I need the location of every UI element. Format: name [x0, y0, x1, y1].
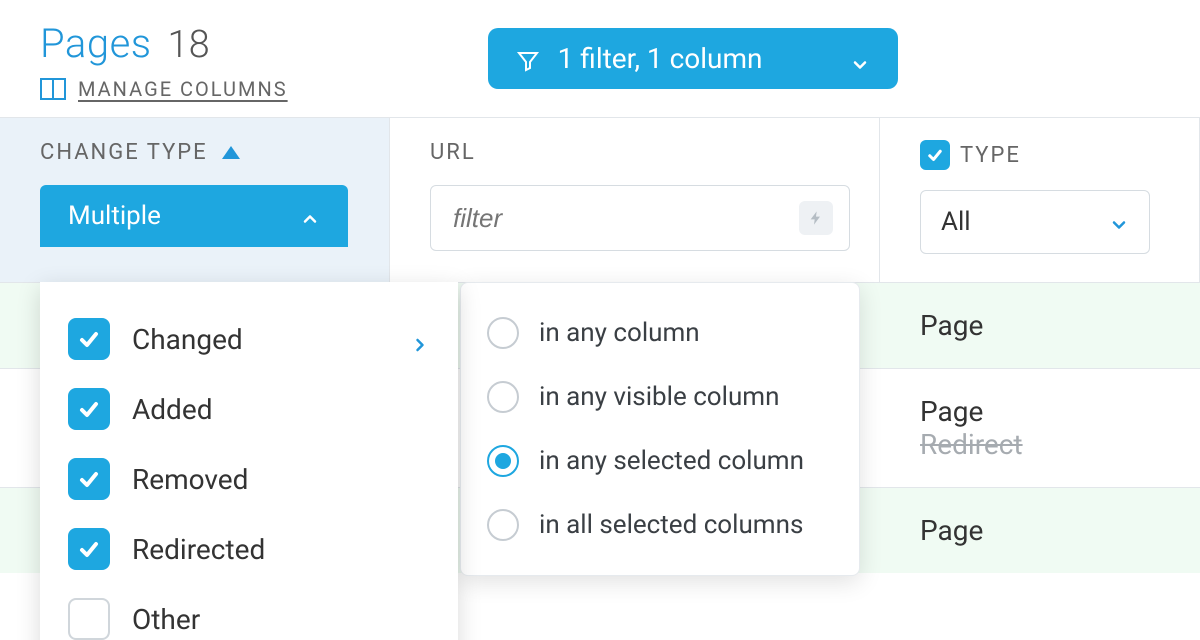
- type-header[interactable]: TYPE: [920, 140, 1171, 170]
- manage-columns-row[interactable]: MANAGE COLUMNS: [40, 77, 288, 101]
- filter-summary-pill[interactable]: 1 filter, 1 column: [488, 28, 899, 89]
- page-header: Pages 18 MANAGE COLUMNS 1 filter, 1 colu…: [0, 0, 1200, 117]
- checkbox-icon[interactable]: [68, 458, 110, 500]
- radio-icon[interactable]: [487, 445, 519, 477]
- change-type-header[interactable]: CHANGE TYPE: [40, 140, 361, 165]
- scope-label: in any visible column: [539, 382, 779, 412]
- type-cell: Page: [880, 283, 1200, 368]
- checkbox-icon[interactable]: [68, 318, 110, 360]
- checkbox-icon[interactable]: [68, 598, 110, 640]
- scope-label: in any selected column: [539, 446, 804, 476]
- option-label: Changed: [132, 323, 243, 356]
- type-cell: Page Redirect: [880, 369, 1200, 487]
- type-cell: Page: [880, 488, 1200, 573]
- filter-icon: [516, 47, 540, 71]
- chevron-right-icon: [410, 329, 430, 349]
- quickfilter-icon[interactable]: [799, 201, 833, 235]
- option-label: Redirected: [132, 533, 265, 566]
- change-type-selected: Multiple: [68, 201, 161, 231]
- radio-icon[interactable]: [487, 317, 519, 349]
- column-url: URL: [390, 118, 880, 282]
- manage-columns-link[interactable]: MANAGE COLUMNS: [78, 77, 288, 101]
- title-row: Pages 18: [40, 20, 288, 67]
- scope-label: in any column: [539, 318, 700, 348]
- column-headers-row: CHANGE TYPE Multiple URL TYPE: [0, 117, 1200, 282]
- change-option-removed[interactable]: Removed: [40, 444, 458, 514]
- radio-icon[interactable]: [487, 509, 519, 541]
- header-left: Pages 18 MANAGE COLUMNS: [40, 20, 288, 101]
- option-label: Removed: [132, 463, 248, 496]
- chevron-down-icon: [1109, 212, 1129, 232]
- change-option-other[interactable]: Other: [40, 584, 458, 640]
- scope-option-any-visible[interactable]: in any visible column: [461, 365, 859, 429]
- chevron-down-icon: [850, 49, 870, 69]
- option-label: Added: [132, 393, 213, 426]
- type-select-value: All: [941, 207, 971, 237]
- type-header-label: TYPE: [960, 143, 1021, 168]
- type-column-checkbox[interactable]: [920, 140, 950, 170]
- page-title: Pages: [40, 20, 152, 67]
- chevron-up-icon: [300, 206, 320, 226]
- change-type-dropdown[interactable]: Multiple: [40, 185, 348, 247]
- column-type: TYPE All: [880, 118, 1200, 282]
- change-option-added[interactable]: Added: [40, 374, 458, 444]
- columns-icon: [40, 78, 66, 100]
- scope-option-all-selected[interactable]: in all selected columns: [461, 493, 859, 557]
- url-header-label: URL: [430, 140, 476, 165]
- type-select[interactable]: All: [920, 190, 1150, 254]
- change-type-header-label: CHANGE TYPE: [40, 140, 208, 165]
- change-type-panel: Changed Added Removed Redirected Other: [40, 282, 458, 640]
- sort-asc-icon: [222, 146, 240, 159]
- scope-label: in all selected columns: [539, 510, 803, 540]
- checkbox-icon[interactable]: [68, 388, 110, 430]
- change-option-redirected[interactable]: Redirected: [40, 514, 458, 584]
- redirect-label: Redirect: [920, 428, 1023, 461]
- change-option-changed[interactable]: Changed: [40, 304, 458, 374]
- scope-option-any-selected[interactable]: in any selected column: [461, 429, 859, 493]
- checkbox-icon[interactable]: [68, 528, 110, 570]
- data-area: Page Page Redirect upport/issue-configur…: [0, 282, 1200, 573]
- radio-icon[interactable]: [487, 381, 519, 413]
- scope-option-any-column[interactable]: in any column: [461, 301, 859, 365]
- url-header[interactable]: URL: [430, 140, 851, 165]
- page-count: 18: [168, 23, 210, 67]
- change-scope-panel: in any column in any visible column in a…: [460, 282, 860, 576]
- option-label: Other: [132, 603, 200, 636]
- url-filter-field[interactable]: [430, 185, 850, 251]
- filter-summary-label: 1 filter, 1 column: [558, 42, 763, 75]
- column-change-type: CHANGE TYPE Multiple: [0, 118, 390, 282]
- url-filter-input[interactable]: [453, 203, 799, 234]
